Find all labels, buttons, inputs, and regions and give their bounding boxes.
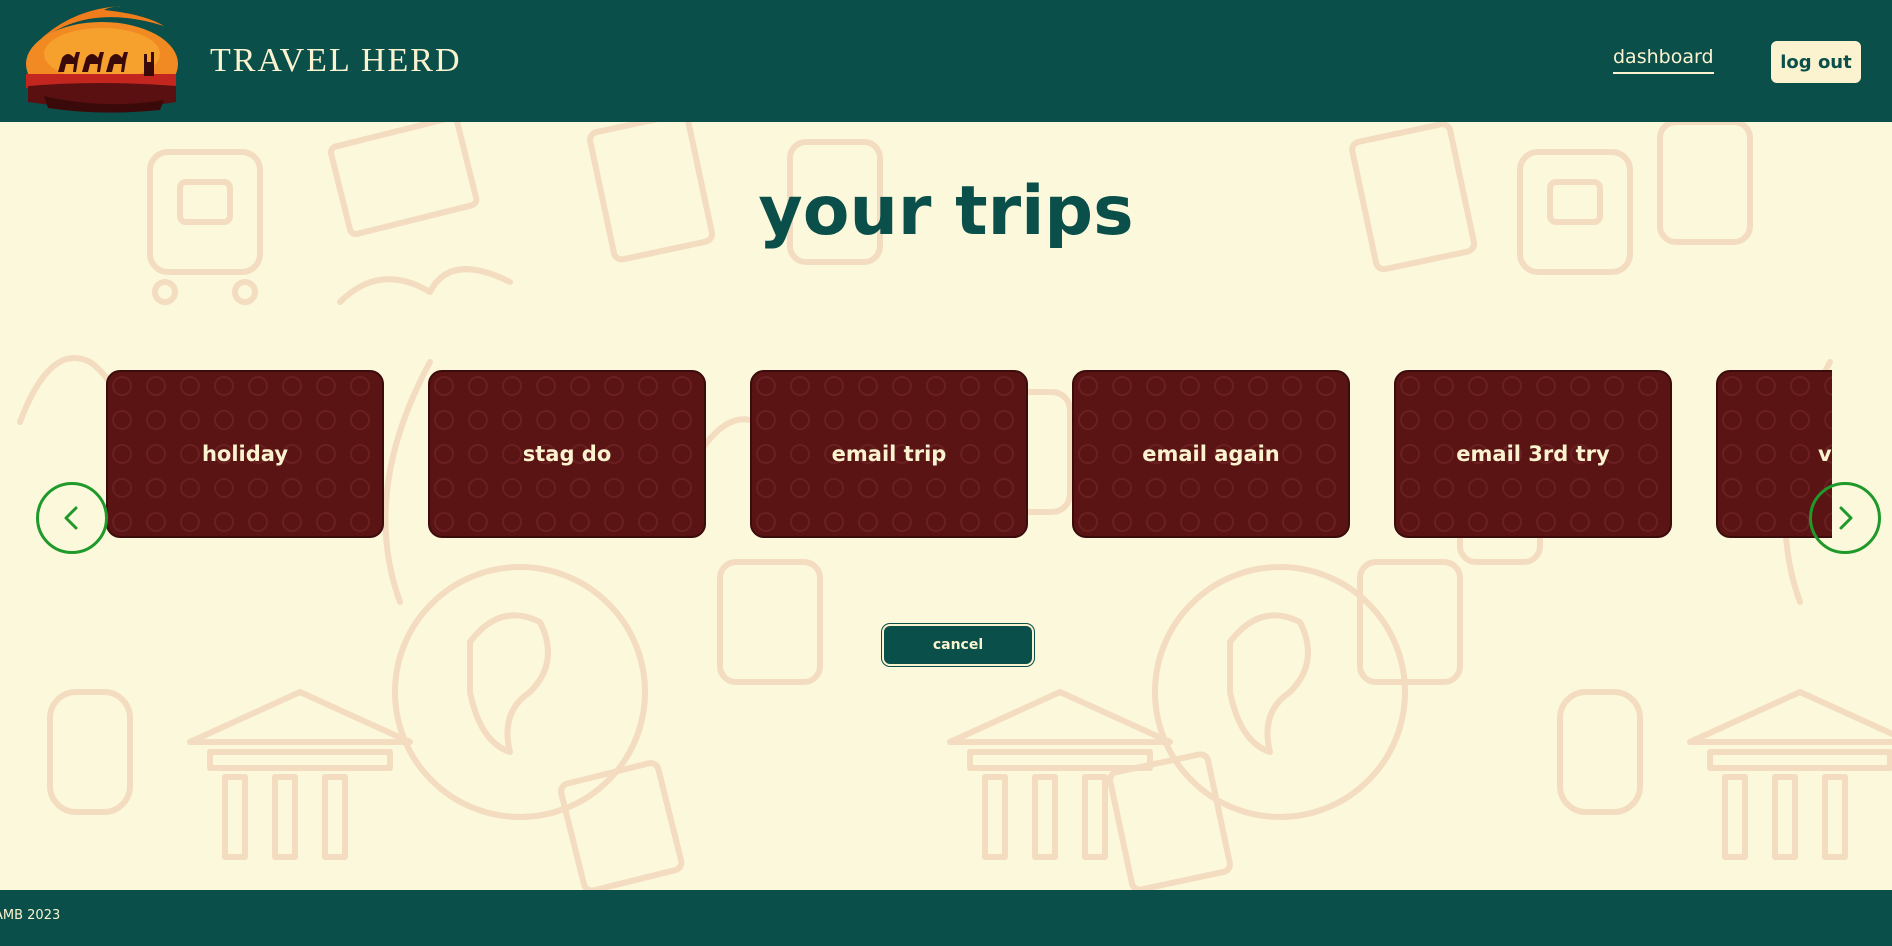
page-title: your trips xyxy=(758,172,1134,251)
top-nav-bar: TRAVEL HERD dashboard log out xyxy=(0,0,1892,122)
trip-card[interactable]: stag do xyxy=(428,370,706,538)
trip-card[interactable]: holiday xyxy=(106,370,384,538)
trip-card[interactable]: email again xyxy=(1072,370,1350,538)
trip-card[interactable]: email trip xyxy=(750,370,1028,538)
trip-card-label: stag do xyxy=(522,442,612,466)
chevron-right-icon xyxy=(1839,506,1853,530)
trip-card[interactable]: email 3rd try xyxy=(1394,370,1672,538)
logout-button[interactable]: log out xyxy=(1771,41,1861,83)
brand-name[interactable]: TRAVEL HERD xyxy=(210,42,462,80)
carousel-prev-button[interactable] xyxy=(36,482,108,554)
camel-sunset-logo[interactable] xyxy=(24,5,182,116)
carousel-track: holiday stag do email trip email again e… xyxy=(106,370,1832,538)
footer-copyright: AMB 2023 xyxy=(0,908,61,923)
trip-card-label: email again xyxy=(1142,442,1280,466)
trips-carousel: holiday stag do email trip email again e… xyxy=(0,370,1892,540)
trip-card-label: email 3rd try xyxy=(1456,442,1610,466)
carousel-next-button[interactable] xyxy=(1809,482,1881,554)
footer: AMB 2023 xyxy=(0,890,1892,946)
cancel-button[interactable]: cancel xyxy=(882,624,1034,666)
trip-card-label: v xyxy=(1818,442,1832,466)
nav-link-dashboard[interactable]: dashboard xyxy=(1613,46,1714,74)
chevron-left-icon xyxy=(64,506,78,530)
trip-card-label: holiday xyxy=(201,442,289,466)
trip-card-label: email trip xyxy=(831,442,947,466)
